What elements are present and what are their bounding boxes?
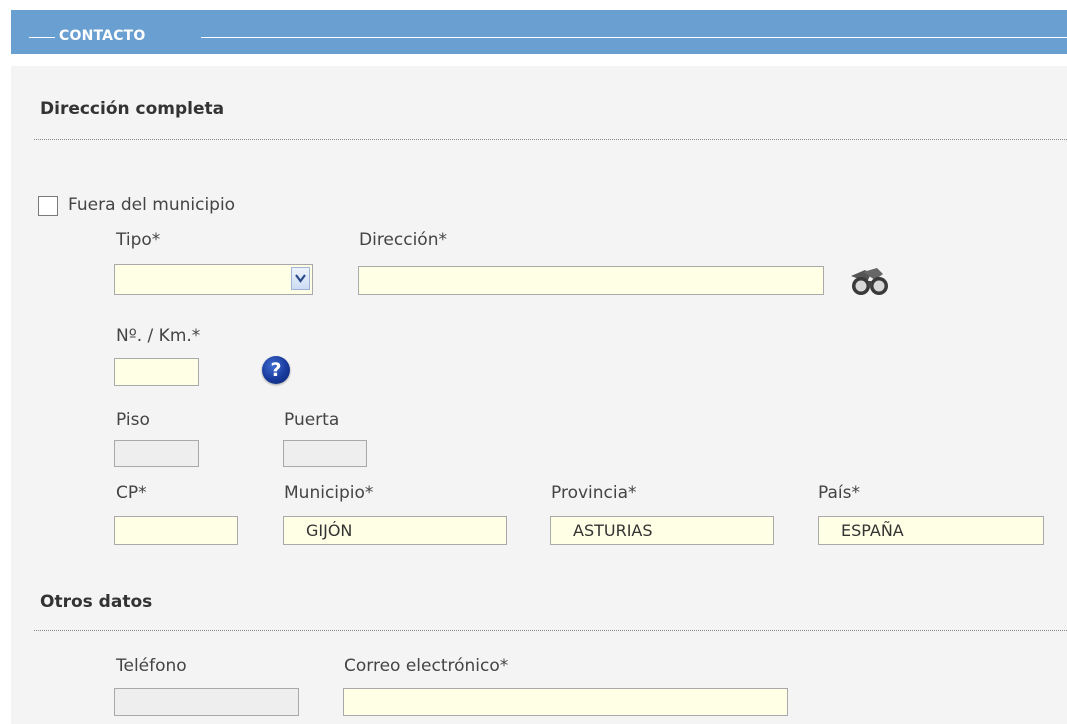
direccion-label: Dirección*: [359, 230, 447, 250]
numero-input[interactable]: [114, 358, 199, 386]
form-panel: [11, 66, 1067, 724]
cp-input[interactable]: [114, 516, 238, 545]
telefono-label: Teléfono: [116, 656, 187, 676]
address-section-divider: [34, 139, 1067, 140]
outside-municipality-checkbox[interactable]: [38, 196, 58, 216]
correo-label: Correo electrónico*: [344, 656, 509, 676]
pais-input[interactable]: [818, 516, 1044, 545]
correo-input[interactable]: [343, 688, 788, 716]
puerta-label: Puerta: [284, 410, 340, 430]
telefono-input[interactable]: [114, 688, 299, 716]
header-rule-right: [201, 37, 1067, 38]
numero-label: Nº. / Km.*: [116, 326, 201, 346]
piso-input[interactable]: [114, 440, 199, 467]
cp-label: CP*: [116, 483, 147, 503]
header-rule-left: [29, 37, 55, 38]
top-strip: [0, 0, 1067, 10]
provincia-label: Provincia*: [551, 483, 637, 503]
tipo-select[interactable]: [114, 264, 313, 295]
section-header: CONTACTO: [11, 10, 1067, 54]
puerta-input[interactable]: [283, 440, 367, 467]
outside-municipality-label: Fuera del municipio: [68, 195, 236, 215]
provincia-input[interactable]: [550, 516, 774, 545]
other-section-title: Otros datos: [40, 592, 153, 612]
municipio-label: Municipio*: [284, 483, 374, 503]
other-section-divider: [34, 630, 1067, 631]
pais-label: País*: [818, 483, 860, 503]
direccion-input[interactable]: [358, 266, 824, 295]
piso-label: Piso: [116, 410, 150, 430]
tipo-label: Tipo*: [116, 230, 161, 250]
help-icon[interactable]: ?: [262, 356, 290, 384]
chevron-down-icon[interactable]: [291, 267, 310, 290]
section-header-title: CONTACTO: [59, 28, 146, 44]
address-section-title: Dirección completa: [40, 99, 225, 119]
binoculars-icon[interactable]: [845, 266, 893, 298]
municipio-input[interactable]: [283, 516, 507, 545]
